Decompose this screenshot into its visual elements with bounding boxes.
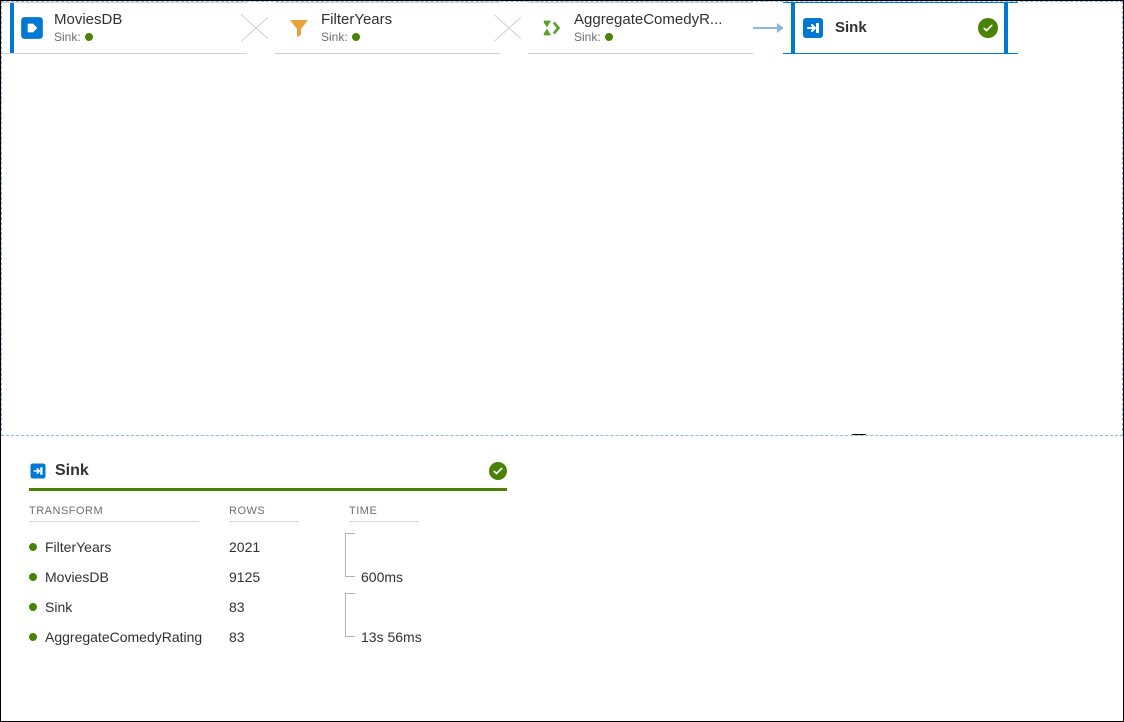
node-moviesdb[interactable]: MoviesDB Sink: (2, 2, 247, 54)
node-subtitle: Sink: (321, 30, 392, 45)
aggregate-icon (538, 14, 566, 42)
table-row: Sink 83 (29, 592, 507, 622)
node-title: Sink (835, 19, 867, 38)
table-row: AggregateComedyRating 83 13s 56ms (29, 622, 507, 652)
node-subtitle: Sink: (54, 30, 122, 45)
transform-name: MoviesDB (29, 569, 229, 585)
resize-grip[interactable] (852, 434, 866, 436)
transform-name: FilterYears (29, 539, 229, 555)
column-headers: TRANSFORM ROWS TIME (29, 501, 507, 522)
status-dot-icon (85, 33, 93, 41)
node-label-block: AggregateComedyR... Sink: (574, 11, 722, 45)
node-sub-text: Sink: (321, 30, 348, 45)
node-sub-text: Sink: (574, 30, 601, 45)
node-title: AggregateComedyR... (574, 11, 722, 30)
status-dot-icon (29, 573, 37, 581)
col-rows: ROWS (229, 501, 299, 522)
source-icon (18, 14, 46, 42)
node-filteryears[interactable]: FilterYears Sink: (275, 2, 500, 54)
row-time: 600ms (349, 569, 489, 585)
success-icon (489, 462, 507, 480)
row-name-text: Sink (45, 599, 72, 615)
node-subtitle: Sink: (574, 30, 722, 45)
col-time: TIME (349, 501, 419, 522)
filter-icon (285, 14, 313, 42)
row-name-text: MoviesDB (45, 569, 109, 585)
row-count: 2021 (229, 539, 349, 555)
selected-marker-left (10, 3, 14, 53)
node-sub-text: Sink: (54, 30, 81, 45)
row-count: 83 (229, 629, 349, 645)
row-time: 13s 56ms (349, 629, 489, 645)
table-row: MoviesDB 9125 600ms (29, 562, 507, 592)
row-count: 9125 (229, 569, 349, 585)
sink-panel: Sink TRANSFORM ROWS TIME FilterYears 202… (29, 462, 507, 652)
transform-name: AggregateComedyRating (29, 629, 229, 645)
node-sink[interactable]: Sink (783, 2, 1018, 54)
success-icon (978, 18, 998, 38)
sink-icon (29, 462, 47, 480)
status-dot-icon (29, 603, 37, 611)
chevron-connector (500, 2, 528, 54)
node-label-block: MoviesDB Sink: (54, 11, 122, 45)
selected-marker-left (791, 3, 795, 53)
selected-marker-right (1004, 3, 1008, 53)
node-label-block: Sink (835, 19, 867, 38)
row-count: 83 (229, 599, 349, 615)
row-name-text: AggregateComedyRating (45, 629, 202, 645)
pipeline-row: MoviesDB Sink: FilterYears Sink: (2, 2, 1122, 54)
table-row: FilterYears 2021 (29, 532, 507, 562)
result-rows: FilterYears 2021 MoviesDB 9125 600ms Sin… (29, 532, 507, 652)
status-dot-icon (352, 33, 360, 41)
row-name-text: FilterYears (45, 539, 111, 555)
flow-arrow (753, 2, 783, 54)
dataflow-canvas[interactable]: MoviesDB Sink: FilterYears Sink: (1, 1, 1123, 436)
node-title: MoviesDB (54, 11, 122, 30)
chevron-connector (247, 2, 275, 54)
status-dot-icon (29, 633, 37, 641)
panel-title: Sink (55, 462, 89, 480)
node-aggregate[interactable]: AggregateComedyR... Sink: (528, 2, 753, 54)
sink-icon (799, 14, 827, 42)
node-title: FilterYears (321, 11, 392, 30)
row-time-text: 600ms (361, 569, 403, 585)
status-dot-icon (29, 543, 37, 551)
details-pane: Sink TRANSFORM ROWS TIME FilterYears 202… (1, 436, 1123, 662)
panel-header: Sink (29, 462, 507, 491)
row-time-text: 13s 56ms (361, 629, 422, 645)
node-label-block: FilterYears Sink: (321, 11, 392, 45)
transform-name: Sink (29, 599, 229, 615)
status-dot-icon (605, 33, 613, 41)
col-transform: TRANSFORM (29, 501, 199, 522)
